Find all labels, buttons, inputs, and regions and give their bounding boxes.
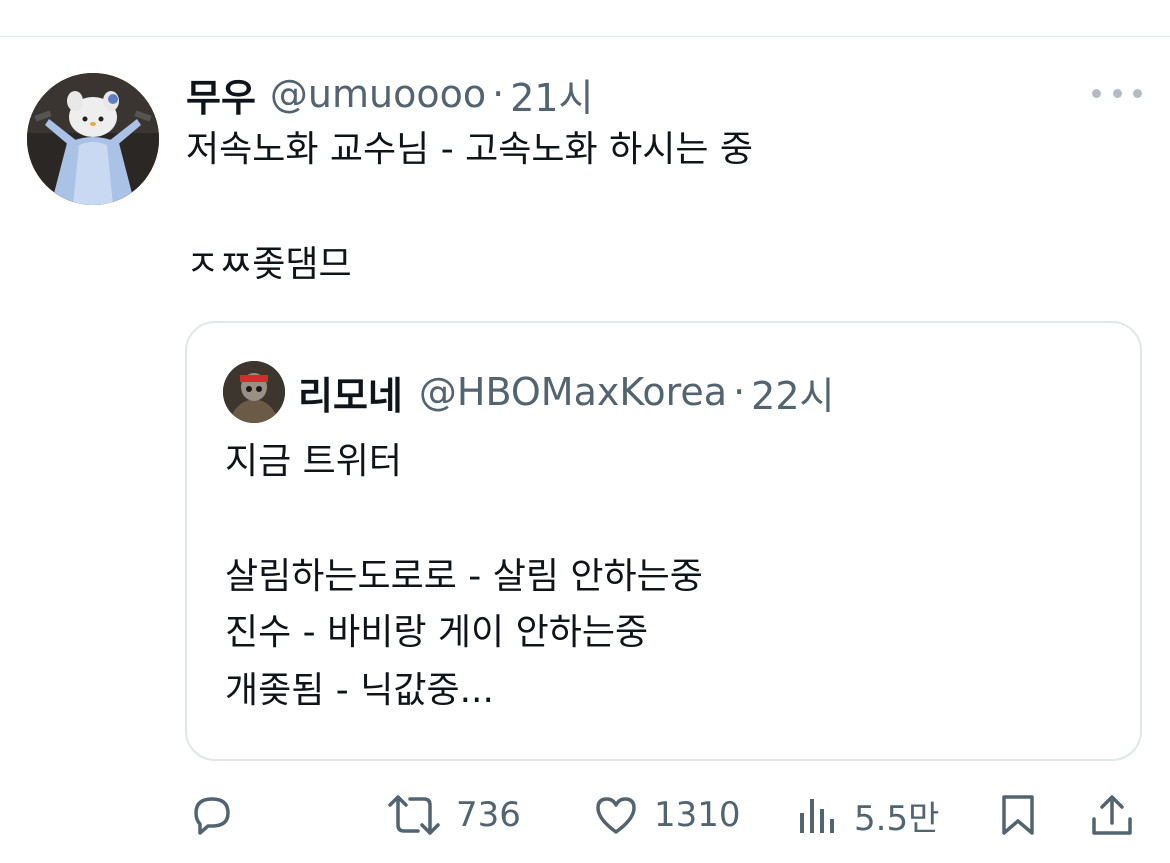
like-count: 1310 bbox=[654, 795, 741, 835]
bar-chart-icon bbox=[800, 799, 834, 833]
tweet-text-line: 저속노화 교수님 - 고속노화 하시는 중 bbox=[186, 129, 754, 170]
reply-icon bbox=[194, 797, 230, 835]
like-button[interactable]: 1310 bbox=[592, 790, 741, 840]
views-count: 5.5만 bbox=[854, 798, 940, 839]
quote-text-line: 살림하는도로로 - 살림 안하는중 bbox=[225, 556, 703, 597]
tweet-text-line: ㅈㅉ좆댐므 bbox=[186, 244, 352, 285]
retweet-button[interactable]: 736 bbox=[386, 790, 521, 840]
quote-user-handle[interactable]: @HBOMaxKorea bbox=[419, 370, 727, 414]
quote-text-line: 개좆됨 - 닉값중... bbox=[225, 670, 494, 711]
retweet-icon bbox=[388, 795, 440, 835]
quote-display-name[interactable]: 리모네 bbox=[298, 365, 403, 420]
avatar[interactable] bbox=[27, 73, 159, 205]
timestamp[interactable]: 21시 bbox=[510, 67, 593, 122]
more-dot-icon bbox=[1092, 88, 1101, 98]
user-handle[interactable]: @umuoooo bbox=[270, 72, 486, 116]
avatar-image bbox=[27, 73, 159, 205]
bookmark-icon bbox=[1002, 795, 1034, 835]
retweet-count: 736 bbox=[456, 795, 521, 835]
separator-dot: · bbox=[492, 72, 505, 116]
quote-header: 리모네 @HBOMaxKorea · 22시 bbox=[298, 362, 835, 422]
heart-icon bbox=[596, 797, 636, 834]
top-divider bbox=[0, 36, 1170, 37]
quote-timestamp[interactable]: 22시 bbox=[751, 365, 834, 420]
display-name[interactable]: 무우 bbox=[186, 67, 256, 122]
quote-avatar-image bbox=[223, 361, 285, 423]
more-dot-icon bbox=[1112, 88, 1122, 98]
quote-text-line: 진수 - 바비랑 게이 안하는중 bbox=[225, 612, 649, 653]
bookmark-button[interactable] bbox=[996, 790, 1040, 840]
views-button[interactable]: 5.5만 bbox=[796, 790, 939, 840]
quote-text-line: 지금 트위터 bbox=[225, 441, 403, 482]
tweet-header: 무우 @umuoooo · 21시 bbox=[186, 64, 594, 124]
quote-separator-dot: · bbox=[733, 370, 746, 414]
quote-avatar[interactable] bbox=[223, 361, 285, 423]
more-dot-icon bbox=[1133, 88, 1142, 98]
share-icon bbox=[1092, 795, 1132, 835]
more-options-button[interactable] bbox=[1092, 78, 1142, 108]
share-button[interactable] bbox=[1088, 790, 1136, 840]
reply-button[interactable] bbox=[188, 790, 236, 840]
